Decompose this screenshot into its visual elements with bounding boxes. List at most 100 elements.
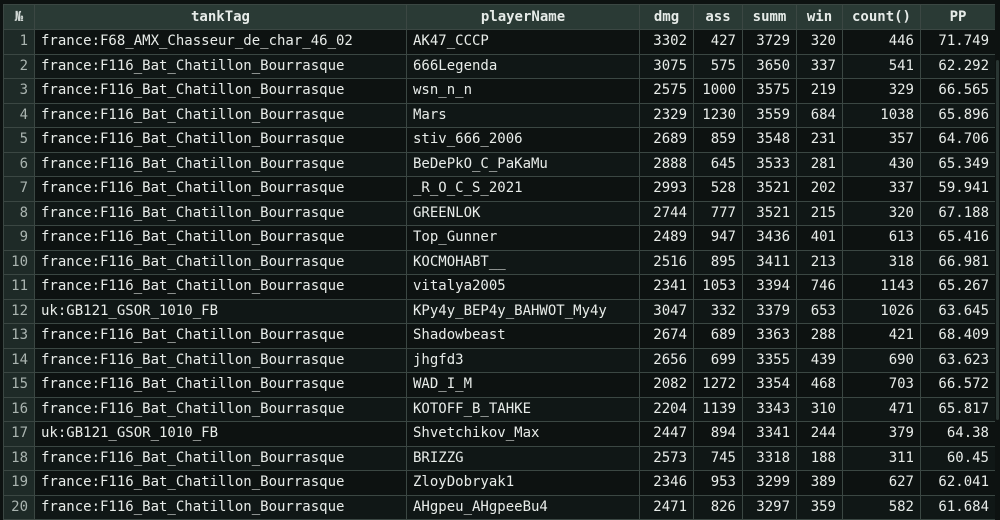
pp-cell[interactable]: 65.416: [920, 225, 996, 251]
player-name-cell[interactable]: stiv_666_2006: [406, 127, 640, 153]
dmg-cell[interactable]: 2346: [639, 470, 694, 496]
row-number[interactable]: 3: [3, 78, 35, 104]
table-row[interactable]: 6 france:F116_Bat_Chatillon_Bourrasque BeD…: [3, 151, 996, 177]
count-cell[interactable]: 1143: [842, 274, 921, 300]
tank-tag-cell[interactable]: france:F116_Bat_Chatillon_Bourrasque: [34, 225, 407, 251]
summ-cell[interactable]: 3379: [742, 298, 797, 324]
tank-tag-cell[interactable]: france:F116_Bat_Chatillon_Bourrasque: [34, 78, 407, 104]
dmg-cell[interactable]: 2447: [639, 421, 694, 447]
win-cell[interactable]: 337: [796, 53, 843, 79]
tank-tag-cell[interactable]: france:F116_Bat_Chatillon_Bourrasque: [34, 176, 407, 202]
ass-header[interactable]: ass: [693, 4, 743, 30]
win-cell[interactable]: 359: [796, 494, 843, 520]
summ-cell[interactable]: 3341: [742, 421, 797, 447]
count-cell[interactable]: 582: [842, 494, 921, 520]
row-number[interactable]: 8: [3, 200, 35, 226]
win-cell[interactable]: 219: [796, 78, 843, 104]
row-number[interactable]: 6: [3, 151, 35, 177]
table-row[interactable]: 19 france:F116_Bat_Chatillon_Bourrasque Zl…: [3, 470, 996, 496]
pp-cell[interactable]: 66.565: [920, 78, 996, 104]
pp-cell[interactable]: 62.041: [920, 470, 996, 496]
tank-tag-cell[interactable]: france:F116_Bat_Chatillon_Bourrasque: [34, 249, 407, 275]
row-number[interactable]: 13: [3, 323, 35, 349]
dmg-cell[interactable]: 2573: [639, 445, 694, 471]
tank-tag-cell[interactable]: france:F116_Bat_Chatillon_Bourrasque: [34, 372, 407, 398]
dmg-cell[interactable]: 2674: [639, 323, 694, 349]
row-number[interactable]: 4: [3, 102, 35, 128]
pp-cell[interactable]: 65.896: [920, 102, 996, 128]
pp-cell[interactable]: 65.817: [920, 396, 996, 422]
pp-cell[interactable]: 65.349: [920, 151, 996, 177]
row-number[interactable]: 9: [3, 225, 35, 251]
table-row[interactable]: 1 france:F68_AMX_Chasseur_de_char_46_02 AK…: [3, 29, 996, 55]
tank-tag-cell[interactable]: france:F116_Bat_Chatillon_Bourrasque: [34, 53, 407, 79]
win-cell[interactable]: 653: [796, 298, 843, 324]
count-cell[interactable]: 690: [842, 347, 921, 373]
pp-cell[interactable]: 66.572: [920, 372, 996, 398]
tank-tag-cell[interactable]: france:F116_Bat_Chatillon_Bourrasque: [34, 445, 407, 471]
dmg-cell[interactable]: 2575: [639, 78, 694, 104]
win-cell[interactable]: 746: [796, 274, 843, 300]
pp-cell[interactable]: 64.38: [920, 421, 996, 447]
tank-tag-cell[interactable]: france:F116_Bat_Chatillon_Bourrasque: [34, 151, 407, 177]
summ-cell[interactable]: 3548: [742, 127, 797, 153]
tank-tag-cell[interactable]: france:F116_Bat_Chatillon_Bourrasque: [34, 396, 407, 422]
tank-tag-cell[interactable]: france:F116_Bat_Chatillon_Bourrasque: [34, 494, 407, 520]
count-cell[interactable]: 421: [842, 323, 921, 349]
count-header[interactable]: count(): [842, 4, 921, 30]
pp-cell[interactable]: 63.623: [920, 347, 996, 373]
win-cell[interactable]: 320: [796, 29, 843, 55]
summ-cell[interactable]: 3729: [742, 29, 797, 55]
row-number[interactable]: 1: [3, 29, 35, 55]
player-name-cell[interactable]: WAD_I_M: [406, 372, 640, 398]
dmg-cell[interactable]: 2329: [639, 102, 694, 128]
row-number[interactable]: 16: [3, 396, 35, 422]
player-name-cell[interactable]: Mars: [406, 102, 640, 128]
vertical-scrollbar[interactable]: [995, 0, 1000, 520]
win-cell[interactable]: 684: [796, 102, 843, 128]
count-cell[interactable]: 703: [842, 372, 921, 398]
summ-cell[interactable]: 3355: [742, 347, 797, 373]
summ-cell[interactable]: 3533: [742, 151, 797, 177]
ass-cell[interactable]: 826: [693, 494, 743, 520]
count-cell[interactable]: 357: [842, 127, 921, 153]
dmg-cell[interactable]: 2516: [639, 249, 694, 275]
ass-cell[interactable]: 953: [693, 470, 743, 496]
summ-cell[interactable]: 3559: [742, 102, 797, 128]
dmg-cell[interactable]: 2689: [639, 127, 694, 153]
pp-header[interactable]: PP: [920, 4, 996, 30]
ass-cell[interactable]: 745: [693, 445, 743, 471]
win-cell[interactable]: 468: [796, 372, 843, 398]
tank-tag-cell[interactable]: france:F116_Bat_Chatillon_Bourrasque: [34, 274, 407, 300]
table-row[interactable]: 17 uk:GB121_GSOR_1010_FB Shvetchikov_Max 24…: [3, 421, 996, 447]
row-number[interactable]: 18: [3, 445, 35, 471]
ass-cell[interactable]: 575: [693, 53, 743, 79]
summ-cell[interactable]: 3363: [742, 323, 797, 349]
player-name-cell[interactable]: BeDePkO_C_PaKaMu: [406, 151, 640, 177]
summ-cell[interactable]: 3650: [742, 53, 797, 79]
tank-tag-cell[interactable]: france:F116_Bat_Chatillon_Bourrasque: [34, 127, 407, 153]
dmg-cell[interactable]: 3075: [639, 53, 694, 79]
player-name-cell[interactable]: Shvetchikov_Max: [406, 421, 640, 447]
pp-cell[interactable]: 68.409: [920, 323, 996, 349]
player-name-cell[interactable]: vitalya2005: [406, 274, 640, 300]
row-number[interactable]: 5: [3, 127, 35, 153]
ass-cell[interactable]: 332: [693, 298, 743, 324]
dmg-cell[interactable]: 3302: [639, 29, 694, 55]
playername-header[interactable]: playerName: [406, 4, 640, 30]
ass-cell[interactable]: 427: [693, 29, 743, 55]
tank-tag-cell[interactable]: uk:GB121_GSOR_1010_FB: [34, 298, 407, 324]
pp-cell[interactable]: 61.684: [920, 494, 996, 520]
tank-tag-cell[interactable]: france:F116_Bat_Chatillon_Bourrasque: [34, 102, 407, 128]
tank-tag-cell[interactable]: france:F116_Bat_Chatillon_Bourrasque: [34, 323, 407, 349]
summ-cell[interactable]: 3318: [742, 445, 797, 471]
ass-cell[interactable]: 894: [693, 421, 743, 447]
count-cell[interactable]: 1038: [842, 102, 921, 128]
tanktag-header[interactable]: tankTag: [34, 4, 407, 30]
summ-cell[interactable]: 3297: [742, 494, 797, 520]
player-name-cell[interactable]: BRIZZG: [406, 445, 640, 471]
table-row[interactable]: 20 france:F116_Bat_Chatillon_Bourrasque AH…: [3, 494, 996, 520]
summ-cell[interactable]: 3521: [742, 200, 797, 226]
ass-cell[interactable]: 947: [693, 225, 743, 251]
win-cell[interactable]: 401: [796, 225, 843, 251]
